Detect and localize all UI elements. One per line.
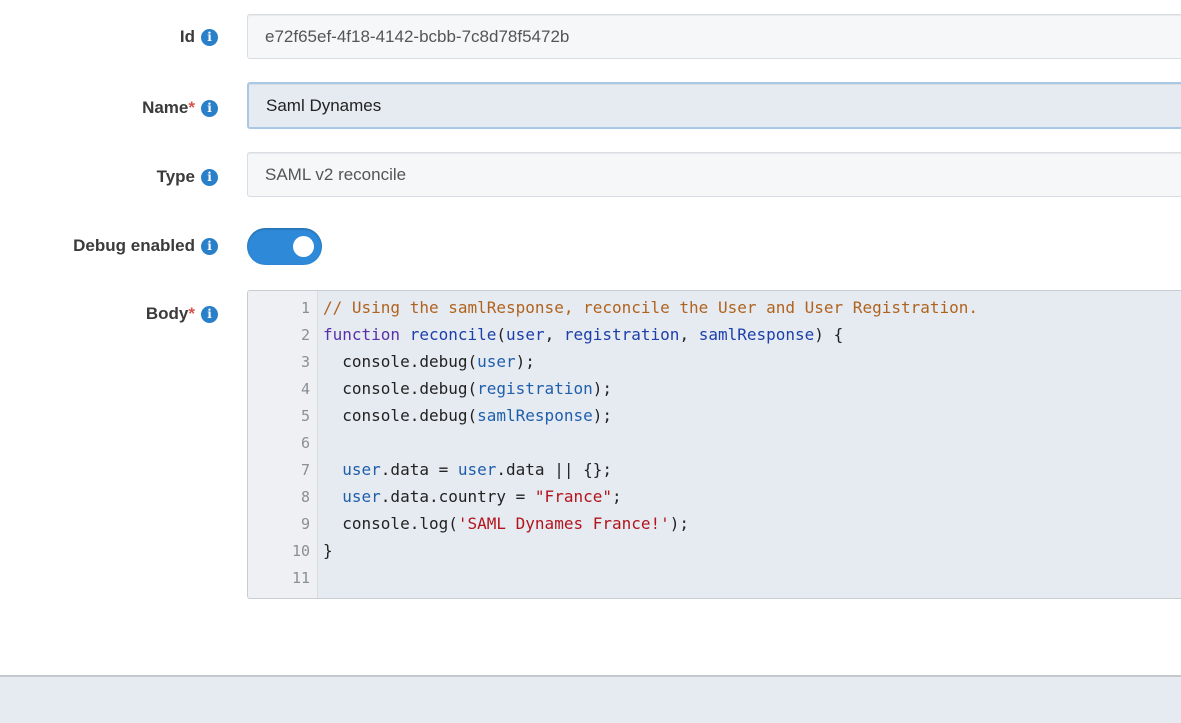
info-icon[interactable]: i [201, 305, 218, 323]
code-token: ); [592, 406, 612, 425]
code-token: user [506, 325, 545, 344]
line-number: 7 [300, 461, 310, 479]
debug-label: Debug enabled i [73, 236, 218, 256]
code-token: ); [669, 514, 690, 533]
code-token: 'SAML Dynames France!' [457, 514, 670, 533]
code-token: .data || {}; [496, 460, 612, 479]
type-field: SAML v2 reconcile [247, 152, 1181, 197]
line-number: 10 [291, 542, 310, 560]
line-number: 3 [300, 353, 310, 371]
type-label: Type i [157, 167, 218, 187]
name-label-text: Name* [142, 98, 195, 117]
line-number: 8 [300, 488, 310, 506]
info-icon[interactable]: i [201, 237, 218, 255]
info-icon[interactable]: i [201, 168, 218, 186]
code-token: console.log( [323, 514, 458, 533]
code-token: user [342, 460, 381, 479]
lambda-form: Id i e72f65ef-4f18-4142-bcbb-7c8d78f5472… [0, 0, 1181, 675]
id-value: e72f65ef-4f18-4142-bcbb-7c8d78f5472b [265, 26, 570, 46]
code-token: , [544, 325, 564, 344]
code-line: function reconcile(user, registration, s… [323, 325, 843, 344]
type-value: SAML v2 reconcile [265, 164, 407, 184]
line-number: 9 [300, 515, 310, 533]
code-token: console.debug( [323, 406, 478, 425]
type-row: Type i SAML v2 reconcile [0, 152, 1181, 197]
code-token: console.debug( [323, 379, 478, 398]
code-token: user [477, 352, 516, 371]
body-label: Body* i [146, 304, 218, 324]
footer-bar [0, 675, 1181, 723]
code-token: "France" [534, 487, 612, 506]
line-number: 4 [300, 380, 310, 398]
info-icon[interactable]: i [201, 99, 218, 117]
name-label: Name* i [142, 98, 218, 118]
code-line: console.log('SAML Dynames France!'); [323, 514, 689, 533]
name-value: Saml Dynames [266, 95, 382, 115]
id-label: Id i [180, 27, 218, 47]
code-token: samlResponse [477, 406, 593, 425]
code-token: function [323, 325, 401, 344]
debug-toggle[interactable] [247, 228, 322, 265]
code-line: user.data = user.data || {}; [323, 460, 612, 479]
code-editor[interactable]: 1 2 3 4 5 6 7 8 9 10 11 // Using the samlResponse,… [247, 290, 1181, 599]
debug-row: Debug enabled i [0, 228, 1181, 266]
code-token: ); [592, 379, 612, 398]
line-number: 11 [291, 569, 310, 587]
id-field: e72f65ef-4f18-4142-bcbb-7c8d78f5472b [247, 14, 1181, 59]
code-token: user [342, 487, 381, 506]
code-line: console.debug(registration); [323, 379, 612, 398]
type-label-text: Type [156, 167, 195, 186]
code-token: } [323, 541, 333, 560]
code-token: ) { [814, 325, 844, 344]
code-token: registration [563, 325, 680, 344]
debug-label-text: Debug enabled [73, 236, 195, 255]
toggle-knob [293, 236, 314, 257]
info-icon[interactable]: i [201, 28, 218, 46]
code-token: ; [611, 487, 622, 506]
line-number-gutter: 1 2 3 4 5 6 7 8 9 10 11 [248, 291, 318, 598]
code-token: ); [515, 352, 535, 371]
required-mark: * [188, 98, 195, 117]
line-number: 5 [300, 407, 310, 425]
code-token: samlResponse [698, 325, 815, 344]
code-line: console.debug(samlResponse); [323, 406, 612, 425]
required-mark: * [188, 304, 195, 323]
code-token: .data = [380, 460, 458, 479]
code-line: } [323, 541, 333, 560]
code-token: registration [477, 379, 593, 398]
line-number: 6 [300, 434, 310, 452]
name-input[interactable]: Saml Dynames [247, 82, 1181, 129]
id-label-text: Id [179, 27, 195, 46]
id-row: Id i e72f65ef-4f18-4142-bcbb-7c8d78f5472… [0, 14, 1181, 59]
code-line: user.data.country = "France"; [323, 487, 622, 506]
code-token: ( [496, 325, 507, 344]
body-label-text: Body* [145, 304, 195, 323]
code-token: .data.country = [380, 487, 535, 506]
name-row: Name* i Saml Dynames [0, 82, 1181, 130]
code-token: console.debug( [323, 352, 478, 371]
code-line: console.debug(user); [323, 352, 535, 371]
line-number: 1 [300, 299, 310, 317]
code-token: reconcile [409, 325, 497, 344]
code-line: // Using the samlResponse, reconcile the… [323, 298, 978, 317]
line-number: 2 [300, 326, 310, 344]
code-token: , [679, 325, 699, 344]
code-token: user [457, 460, 497, 479]
code-token: // Using the samlResponse, reconcile the… [323, 298, 979, 317]
